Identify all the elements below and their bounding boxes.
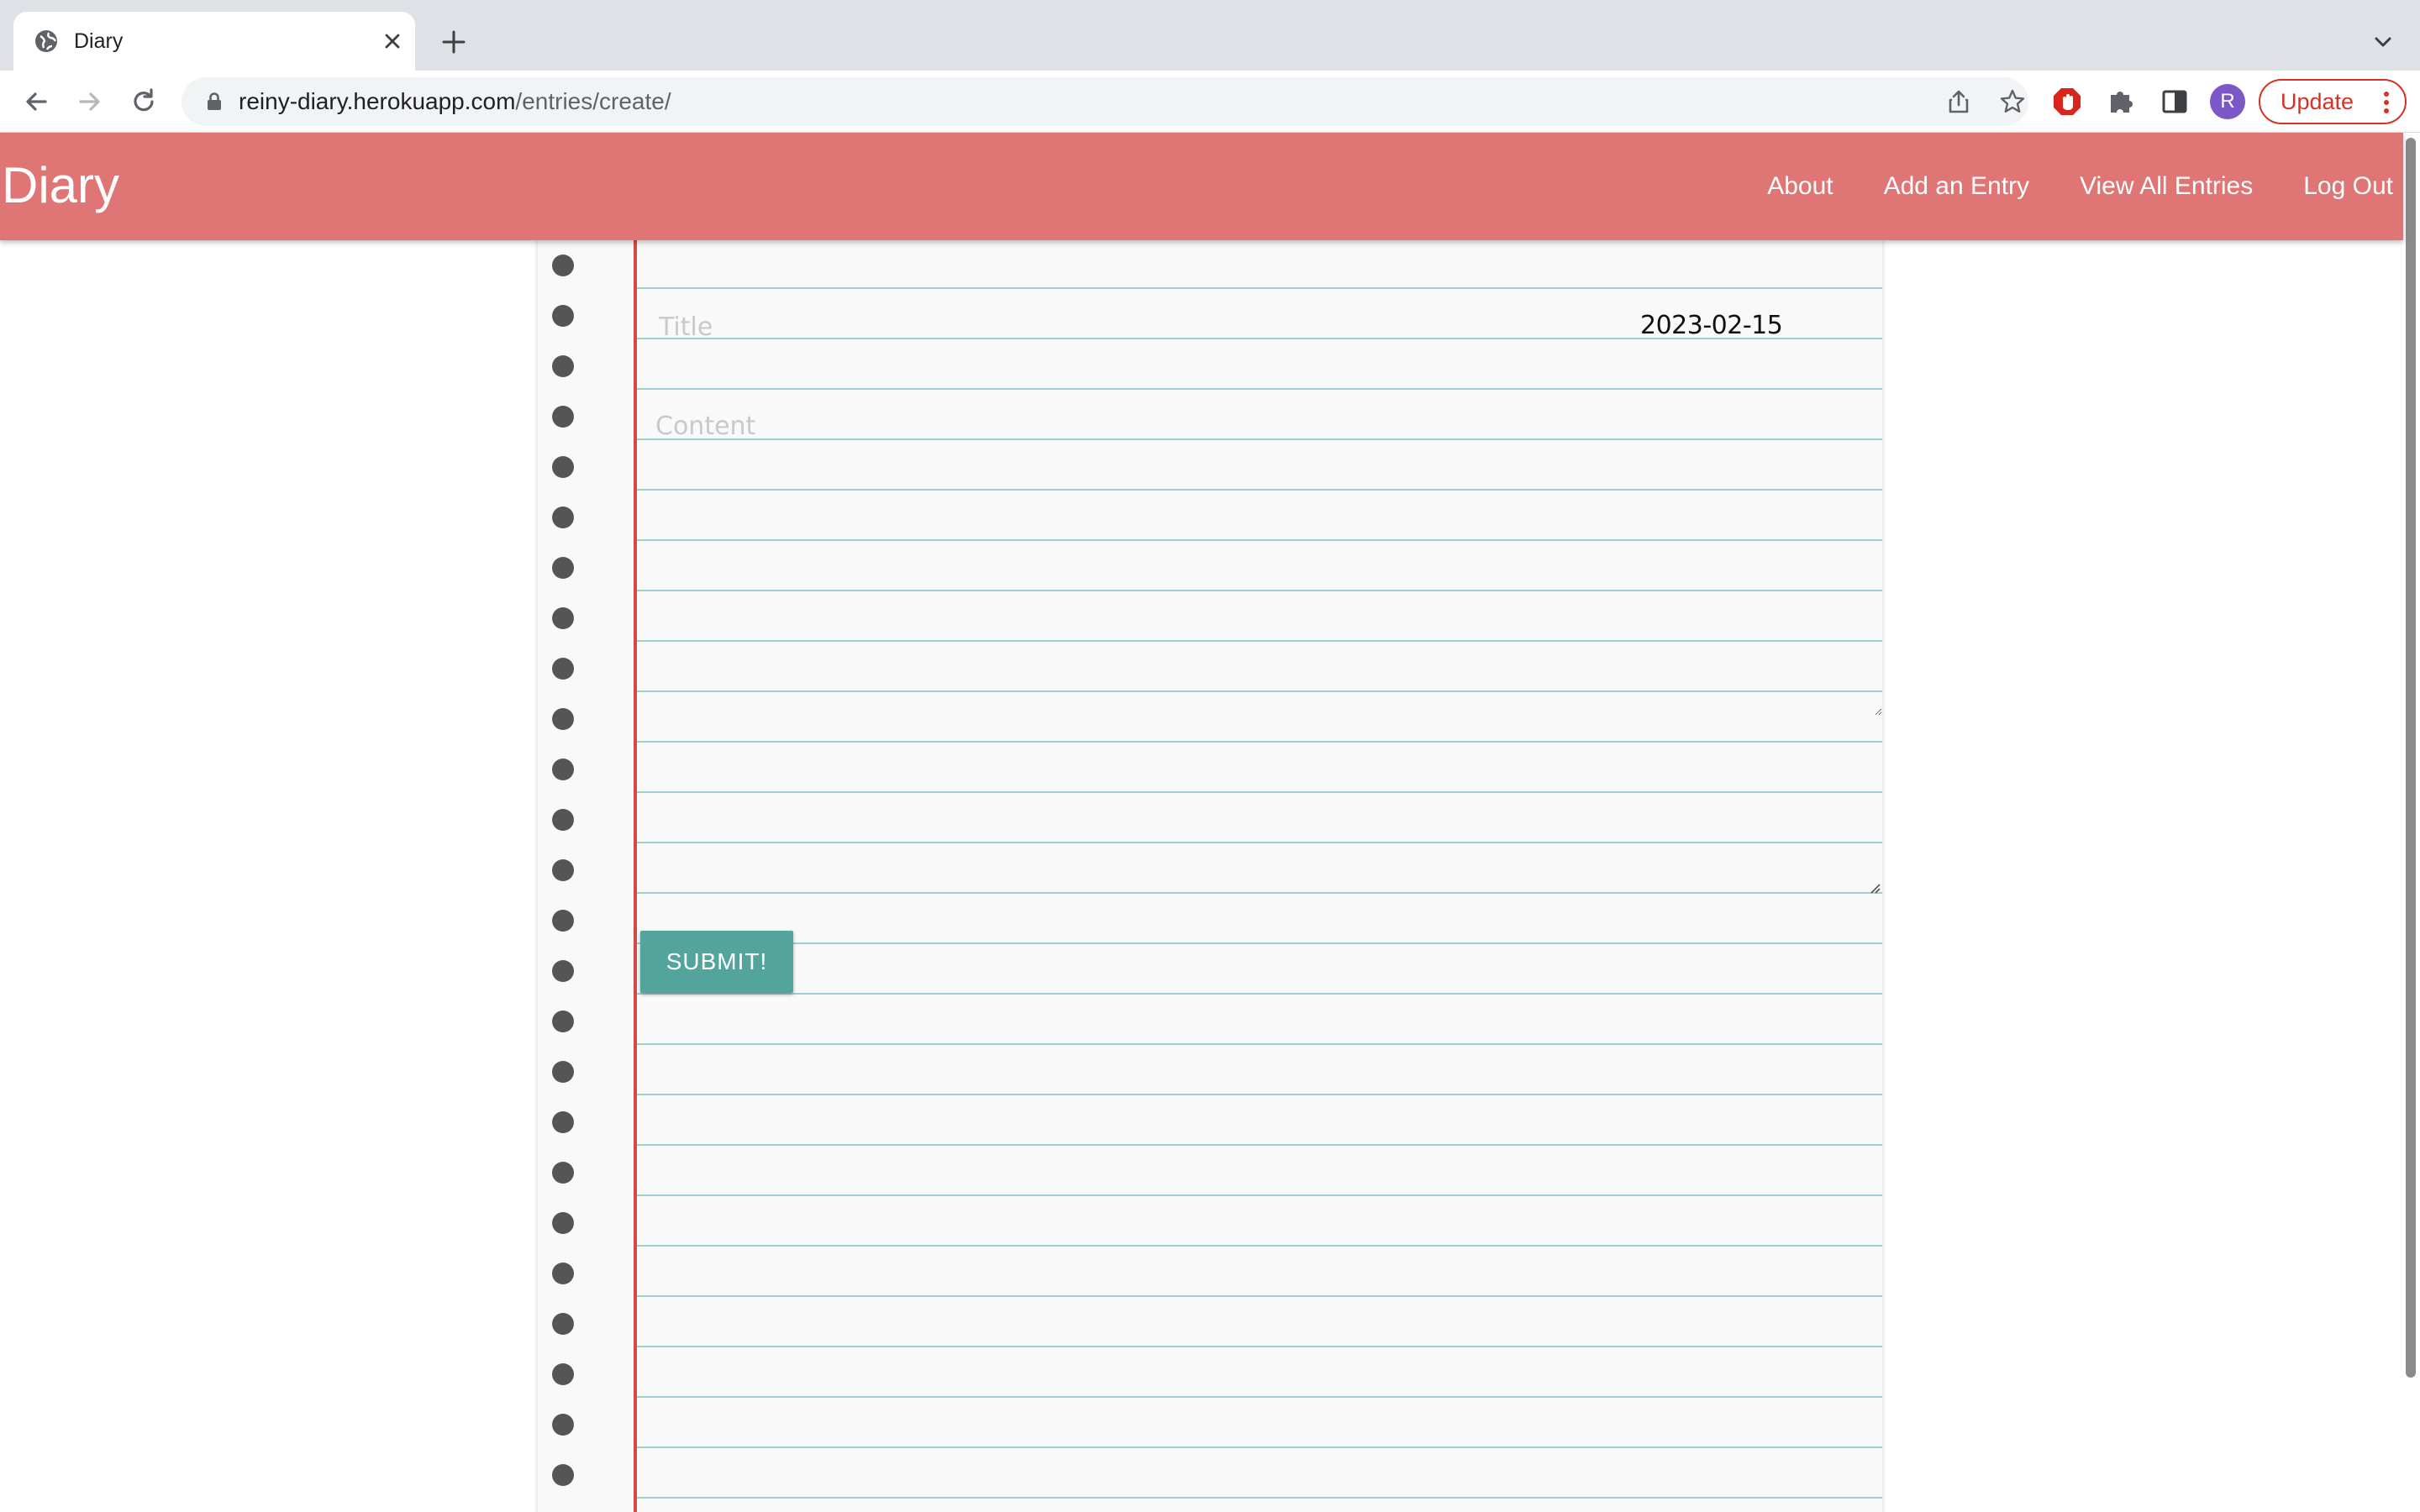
nav-links: About Add an Entry View All Entries Log …	[1717, 171, 2393, 202]
binder-hole	[552, 1212, 574, 1234]
binder-hole	[552, 658, 574, 680]
binder-hole	[552, 1464, 574, 1486]
nav-log-out[interactable]: Log Out	[2303, 171, 2393, 202]
browser-toolbar: reiny-diary.herokuapp.com/entries/create…	[0, 71, 2420, 133]
adblock-icon[interactable]	[2050, 85, 2084, 118]
notebook-paper: 2023-02-15 SUBMIT!	[538, 240, 1882, 1512]
binder-hole	[552, 507, 574, 528]
chevron-down-icon[interactable]	[2366, 27, 2400, 57]
side-panel-icon[interactable]	[2158, 85, 2191, 118]
resize-handle-icon[interactable]	[1869, 882, 1881, 894]
brand-logo[interactable]: Diary	[2, 156, 119, 215]
url-domain: reiny-diary.herokuapp.com	[239, 88, 516, 114]
binder-hole	[552, 708, 574, 730]
binder-hole	[552, 456, 574, 478]
margin-line	[634, 240, 637, 1512]
update-button[interactable]: Update	[2259, 79, 2407, 124]
binder-hole	[552, 910, 574, 932]
binder-hole	[552, 759, 574, 780]
binder-hole	[552, 1313, 574, 1335]
globe-icon	[35, 30, 57, 52]
profile-avatar[interactable]: R	[2210, 84, 2245, 119]
reload-icon[interactable]	[126, 84, 161, 119]
arrow-left-icon[interactable]	[18, 84, 54, 119]
nav-about[interactable]: About	[1767, 171, 1833, 202]
binder-hole	[552, 1263, 574, 1284]
nav-view-all-entries[interactable]: View All Entries	[2080, 171, 2253, 202]
binder-hole	[552, 1111, 574, 1133]
tab-strip: Diary	[0, 0, 2420, 71]
binder-holes	[538, 240, 634, 1512]
url-path: /entries/create/	[515, 88, 671, 114]
nav-add-entry[interactable]: Add an Entry	[1884, 171, 2029, 202]
binder-hole	[552, 305, 574, 327]
url-text[interactable]: reiny-diary.herokuapp.com/entries/create…	[239, 89, 671, 114]
submit-button[interactable]: SUBMIT!	[640, 931, 793, 993]
share-icon[interactable]	[1944, 87, 1973, 116]
binder-hole	[552, 1363, 574, 1385]
address-bar[interactable]: reiny-diary.herokuapp.com/entries/create…	[182, 77, 2028, 126]
entry-date: 2023-02-15	[1640, 311, 1783, 340]
binder-hole	[552, 1414, 574, 1436]
binder-hole	[552, 557, 574, 579]
binder-hole	[552, 809, 574, 831]
binder-hole	[552, 1061, 574, 1083]
puzzle-icon[interactable]	[2104, 85, 2138, 118]
binder-hole	[552, 1011, 574, 1032]
binder-hole	[552, 255, 574, 276]
close-icon[interactable]	[378, 27, 407, 55]
star-icon[interactable]	[1998, 87, 2027, 116]
lock-icon[interactable]	[203, 91, 225, 113]
binder-hole	[552, 607, 574, 629]
scrollbar-thumb[interactable]	[2406, 138, 2416, 1378]
kebab-menu-icon	[2384, 92, 2389, 113]
update-label: Update	[2281, 89, 2354, 114]
binder-hole	[552, 1162, 574, 1184]
arrow-right-icon[interactable]	[72, 84, 108, 119]
binder-hole	[552, 960, 574, 982]
browser-tab[interactable]: Diary	[13, 12, 415, 71]
binder-hole	[552, 355, 574, 377]
content-textarea[interactable]	[639, 398, 1882, 716]
site-navbar: Diary About Add an Entry View All Entrie…	[0, 133, 2403, 240]
binder-hole	[552, 859, 574, 881]
binder-hole	[552, 406, 574, 428]
title-input[interactable]	[659, 307, 1415, 346]
plus-icon[interactable]	[437, 25, 471, 59]
tab-title: Diary	[74, 29, 124, 53]
